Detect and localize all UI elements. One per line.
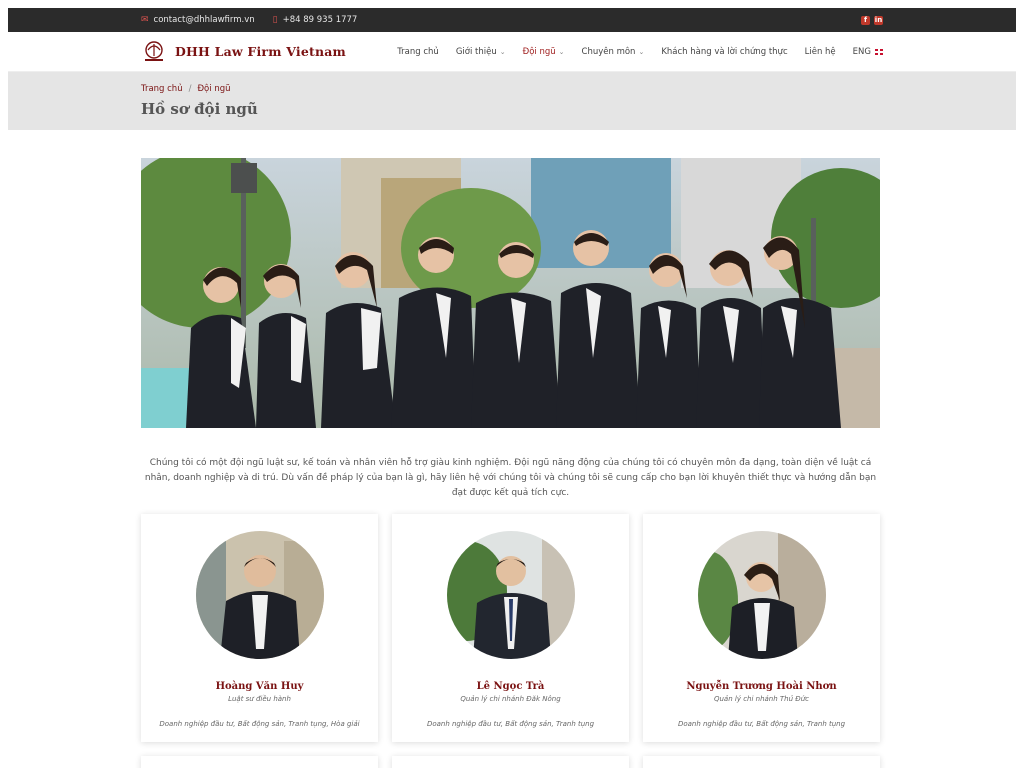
page-title: Hồ sơ đội ngũ [141, 100, 258, 118]
nav-item-expertise[interactable]: Chuyên môn ⌄ [582, 47, 645, 57]
team-member-card[interactable] [643, 756, 880, 768]
nav-item-about[interactable]: Giới thiệu ⌄ [456, 47, 506, 57]
chevron-down-icon: ⌄ [558, 47, 565, 56]
team-group-photo [141, 158, 880, 428]
email-contact[interactable]: ✉ contact@dhhlawfirm.vn [141, 15, 255, 25]
chevron-down-icon: ⌄ [499, 47, 506, 56]
team-member-card[interactable] [141, 756, 378, 768]
member-specialties: Doanh nghiệp đầu tư, Bất động sản, Tranh… [159, 720, 360, 728]
main-nav: Trang chủ Giới thiệu ⌄ Đội ngũ ⌄ Chuyên … [380, 47, 883, 57]
phone-icon: ▯ [272, 15, 278, 25]
nav-item-clients[interactable]: Khách hàng và lời chứng thực [661, 47, 787, 57]
nav-label: Đội ngũ [522, 46, 556, 57]
nav-item-language[interactable]: ENG [853, 47, 883, 57]
envelope-icon: ✉ [141, 15, 149, 25]
breadcrumb-current[interactable]: Đội ngũ [197, 84, 230, 94]
avatar [677, 531, 826, 659]
site-logo[interactable]: DHH Law Firm Vietnam [141, 40, 346, 64]
breadcrumb-home[interactable]: Trang chủ [141, 84, 183, 94]
member-role: Quản lý chi nhánh Thủ Đức [713, 695, 809, 703]
nav-label: Trang chủ [397, 46, 439, 57]
nav-item-team[interactable]: Đội ngũ ⌄ [523, 47, 565, 57]
facebook-icon[interactable]: f [861, 15, 870, 25]
site-header: DHH Law Firm Vietnam Trang chủ Giới thiệ… [8, 32, 1016, 72]
social-links: f in [861, 15, 883, 25]
chevron-down-icon: ⌄ [638, 47, 645, 56]
nav-item-contact[interactable]: Liên hệ [805, 47, 836, 57]
nav-label: Khách hàng và lời chứng thực [661, 46, 788, 57]
team-member-card[interactable]: Nguyễn Trương Hoài Nhơn Quản lý chi nhán… [643, 514, 880, 742]
breadcrumb: Trang chủ / Đội ngũ [141, 84, 883, 94]
nav-label: Chuyên môn [581, 46, 636, 57]
email-text[interactable]: contact@dhhlawfirm.vn [154, 15, 255, 25]
member-specialties: Doanh nghiệp đầu tư, Bất động sản, Tranh… [677, 720, 846, 728]
member-role: Quản lý chi nhánh Đăk Nông [460, 695, 561, 703]
nav-label: ENG [852, 46, 871, 57]
team-intro-text: Chúng tôi có một đội ngũ luật sư, kế toá… [144, 458, 877, 498]
team-member-card[interactable]: Lê Ngọc Trà Quản lý chi nhánh Đăk Nông D… [392, 514, 629, 742]
team-member-card[interactable]: Hoàng Văn Huy Luật sư điều hành Doanh ng… [141, 514, 378, 742]
nav-label: Giới thiệu [455, 46, 497, 57]
member-name[interactable]: Nguyễn Trương Hoài Nhơn [643, 681, 880, 692]
member-name[interactable]: Lê Ngọc Trà [392, 681, 629, 692]
linkedin-icon[interactable]: in [874, 15, 883, 25]
nav-label: Liên hệ [804, 46, 836, 57]
avatar [426, 531, 575, 659]
logo-text: DHH Law Firm Vietnam [175, 44, 346, 59]
nav-item-home[interactable]: Trang chủ [397, 47, 439, 57]
page: ✉ contact@dhhlawfirm.vn ▯ +84 89 935 177… [8, 8, 1016, 768]
member-role: Luật sư điều hành [228, 695, 291, 703]
top-contact-bar: ✉ contact@dhhlawfirm.vn ▯ +84 89 935 177… [8, 8, 1016, 32]
phone-text[interactable]: +84 89 935 1777 [283, 15, 358, 25]
page-header-band: Trang chủ / Đội ngũ Hồ sơ đội ngũ [8, 72, 1016, 130]
uk-flag-icon [875, 48, 883, 55]
member-specialties: Doanh nghiệp đầu tư, Bất động sản, Tranh… [426, 720, 595, 728]
member-name[interactable]: Hoàng Văn Huy [141, 681, 378, 692]
phone-contact[interactable]: ▯ +84 89 935 1777 [273, 15, 358, 25]
avatar [195, 531, 324, 659]
team-member-card[interactable] [392, 756, 629, 768]
law-firm-emblem-icon [145, 40, 163, 61]
breadcrumb-separator: / [188, 84, 192, 94]
